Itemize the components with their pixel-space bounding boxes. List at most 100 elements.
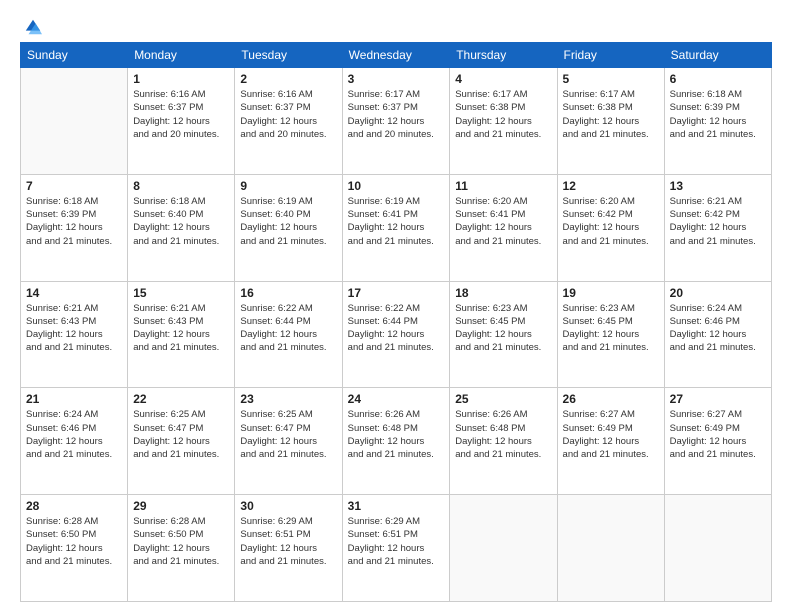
day-info: Sunrise: 6:25 AMSunset: 6:47 PMDaylight:… — [133, 408, 229, 461]
daylight-text: Daylight: 12 hours — [670, 115, 766, 128]
calendar-week-4: 28Sunrise: 6:28 AMSunset: 6:50 PMDayligh… — [21, 495, 772, 602]
daylight-text: Daylight: 12 hours — [563, 221, 659, 234]
sunrise-text: Sunrise: 6:20 AM — [455, 195, 551, 208]
sunrise-text: Sunrise: 6:23 AM — [455, 302, 551, 315]
calendar: SundayMondayTuesdayWednesdayThursdayFrid… — [20, 42, 772, 602]
daylight-text-2: and and 20 minutes. — [348, 128, 445, 141]
day-number: 20 — [670, 286, 766, 300]
calendar-cell: 2Sunrise: 6:16 AMSunset: 6:37 PMDaylight… — [235, 68, 342, 175]
daylight-text: Daylight: 12 hours — [240, 115, 336, 128]
sunset-text: Sunset: 6:40 PM — [240, 208, 336, 221]
day-info: Sunrise: 6:16 AMSunset: 6:37 PMDaylight:… — [133, 88, 229, 141]
day-number: 18 — [455, 286, 551, 300]
header — [20, 18, 772, 32]
sunset-text: Sunset: 6:47 PM — [240, 422, 336, 435]
daylight-text: Daylight: 12 hours — [133, 435, 229, 448]
sunset-text: Sunset: 6:38 PM — [563, 101, 659, 114]
sunrise-text: Sunrise: 6:25 AM — [240, 408, 336, 421]
calendar-header-row: SundayMondayTuesdayWednesdayThursdayFrid… — [21, 43, 772, 68]
day-number: 11 — [455, 179, 551, 193]
calendar-cell: 25Sunrise: 6:26 AMSunset: 6:48 PMDayligh… — [450, 388, 557, 495]
daylight-text-2: and and 21 minutes. — [240, 555, 336, 568]
sunrise-text: Sunrise: 6:16 AM — [240, 88, 336, 101]
calendar-cell: 30Sunrise: 6:29 AMSunset: 6:51 PMDayligh… — [235, 495, 342, 602]
daylight-text-2: and and 21 minutes. — [348, 341, 445, 354]
calendar-header-wednesday: Wednesday — [342, 43, 450, 68]
sunset-text: Sunset: 6:50 PM — [133, 528, 229, 541]
calendar-cell: 3 Sunrise: 6:17 AMSunset: 6:37 PMDaylight… — [342, 68, 450, 175]
daylight-text-2: and and 21 minutes. — [240, 448, 336, 461]
daylight-text-2: and and 21 minutes. — [240, 235, 336, 248]
sunrise-text: Sunrise: 6:17 AM — [563, 88, 659, 101]
day-number: 12 — [563, 179, 659, 193]
calendar-cell: 19Sunrise: 6:23 AMSunset: 6:45 PMDayligh… — [557, 281, 664, 388]
sunset-text: Sunset: 6:48 PM — [455, 422, 551, 435]
calendar-cell: 12 Sunrise: 6:20 AMSunset: 6:42 PMDayligh… — [557, 174, 664, 281]
day-number: 14 — [26, 286, 122, 300]
day-number: 2 — [240, 72, 336, 86]
calendar-cell: 5Sunrise: 6:17 AMSunset: 6:38 PMDaylight… — [557, 68, 664, 175]
day-number: 1 — [133, 72, 229, 86]
sunset-text: Sunset: 6:43 PM — [26, 315, 122, 328]
day-number: 22 — [133, 392, 229, 406]
sunrise-text: Sunrise: 6:21 AM — [26, 302, 122, 315]
daylight-text-2: and and 21 minutes. — [563, 448, 659, 461]
sunrise-text: Sunrise: 6:19 AM — [240, 195, 336, 208]
day-number: 23 — [240, 392, 336, 406]
day-number: 19 — [563, 286, 659, 300]
sunset-text: Sunset: 6:42 PM — [670, 208, 766, 221]
daylight-text-2: and and 21 minutes. — [26, 555, 122, 568]
day-info: Sunrise: 6:29 AMSunset: 6:51 PMDaylight:… — [348, 515, 445, 568]
day-number: 26 — [563, 392, 659, 406]
sunrise-text: Sunrise: 6:27 AM — [670, 408, 766, 421]
day-number: 3 — [348, 72, 445, 86]
day-number: 16 — [240, 286, 336, 300]
day-number: 15 — [133, 286, 229, 300]
calendar-cell: 1 Sunrise: 6:16 AMSunset: 6:37 PMDaylight… — [128, 68, 235, 175]
daylight-text: Daylight: 12 hours — [348, 435, 445, 448]
daylight-text-2: and and 21 minutes. — [455, 341, 551, 354]
calendar-cell: 9 Sunrise: 6:19 AMSunset: 6:40 PMDaylight… — [235, 174, 342, 281]
calendar-cell: 21 Sunrise: 6:24 AMSunset: 6:46 PMDayligh… — [21, 388, 128, 495]
page: SundayMondayTuesdayWednesdayThursdayFrid… — [0, 0, 792, 612]
daylight-text: Daylight: 12 hours — [670, 328, 766, 341]
day-info: Sunrise: 6:19 AMSunset: 6:40 PMDaylight:… — [240, 195, 336, 248]
day-info: Sunrise: 6:20 AMSunset: 6:42 PMDaylight:… — [563, 195, 659, 248]
sunset-text: Sunset: 6:42 PM — [563, 208, 659, 221]
sunset-text: Sunset: 6:51 PM — [240, 528, 336, 541]
calendar-cell: 20Sunrise: 6:24 AMSunset: 6:46 PMDayligh… — [664, 281, 771, 388]
sunrise-text: Sunrise: 6:28 AM — [26, 515, 122, 528]
calendar-cell: 8Sunrise: 6:18 AMSunset: 6:40 PMDaylight… — [128, 174, 235, 281]
calendar-cell: 18Sunrise: 6:23 AMSunset: 6:45 PMDayligh… — [450, 281, 557, 388]
day-number: 9 — [240, 179, 336, 193]
sunset-text: Sunset: 6:41 PM — [455, 208, 551, 221]
calendar-header-monday: Monday — [128, 43, 235, 68]
sunrise-text: Sunrise: 6:21 AM — [670, 195, 766, 208]
daylight-text-2: and and 21 minutes. — [348, 448, 445, 461]
sunset-text: Sunset: 6:44 PM — [240, 315, 336, 328]
calendar-header-thursday: Thursday — [450, 43, 557, 68]
calendar-cell: 7Sunrise: 6:18 AMSunset: 6:39 PMDaylight… — [21, 174, 128, 281]
daylight-text: Daylight: 12 hours — [563, 435, 659, 448]
day-info: Sunrise: 6:24 AMSunset: 6:46 PMDaylight:… — [26, 408, 122, 461]
day-info: Sunrise: 6:17 AMSunset: 6:37 PMDaylight:… — [348, 88, 445, 141]
sunrise-text: Sunrise: 6:22 AM — [240, 302, 336, 315]
calendar-cell: 22 Sunrise: 6:25 AMSunset: 6:47 PMDayligh… — [128, 388, 235, 495]
calendar-cell — [664, 495, 771, 602]
day-number: 6 — [670, 72, 766, 86]
day-info: Sunrise: 6:19 AMSunset: 6:41 PMDaylight:… — [348, 195, 445, 248]
day-info: Sunrise: 6:22 AMSunset: 6:44 PMDaylight:… — [348, 302, 445, 355]
day-info: Sunrise: 6:26 AMSunset: 6:48 PMDaylight:… — [455, 408, 551, 461]
calendar-cell: 24Sunrise: 6:26 AMSunset: 6:48 PMDayligh… — [342, 388, 450, 495]
day-number: 21 — [26, 392, 122, 406]
day-info: Sunrise: 6:22 AMSunset: 6:44 PMDaylight:… — [240, 302, 336, 355]
sunrise-text: Sunrise: 6:18 AM — [670, 88, 766, 101]
sunset-text: Sunset: 6:43 PM — [133, 315, 229, 328]
day-info: Sunrise: 6:27 AMSunset: 6:49 PMDaylight:… — [563, 408, 659, 461]
sunrise-text: Sunrise: 6:25 AM — [133, 408, 229, 421]
calendar-cell: 15Sunrise: 6:21 AMSunset: 6:43 PMDayligh… — [128, 281, 235, 388]
daylight-text-2: and and 21 minutes. — [240, 341, 336, 354]
logo — [20, 18, 42, 32]
sunset-text: Sunset: 6:39 PM — [26, 208, 122, 221]
sunset-text: Sunset: 6:45 PM — [455, 315, 551, 328]
